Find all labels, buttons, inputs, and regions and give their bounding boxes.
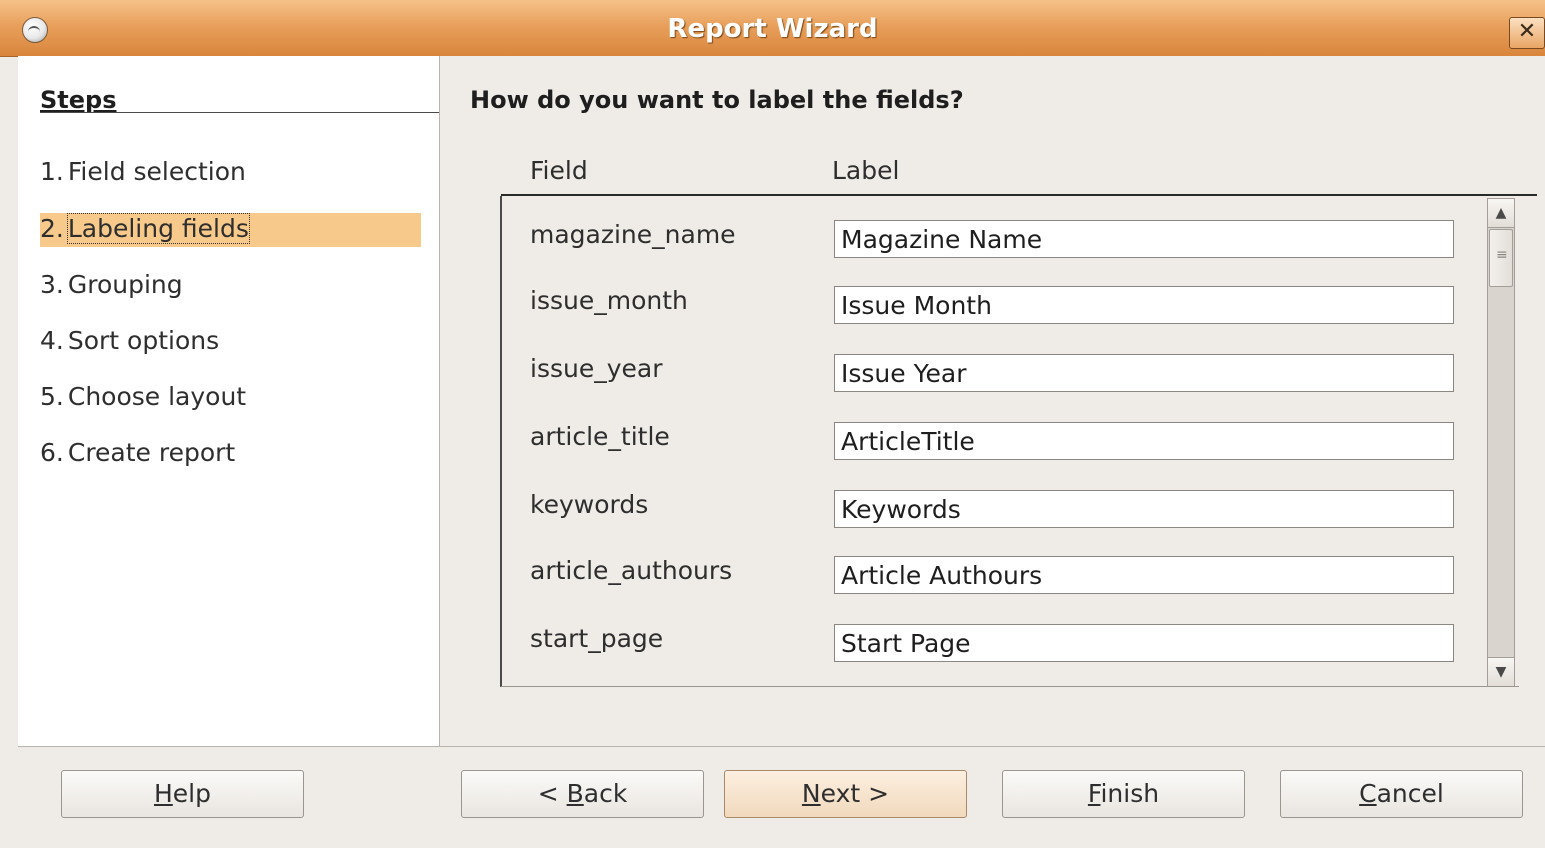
finish-mnemonic: F bbox=[1087, 779, 1101, 808]
step-create-report[interactable]: 6. Create report bbox=[40, 436, 400, 470]
back-prefix: < bbox=[537, 779, 567, 808]
field-label-grid: magazine_name issue_month issue_year art… bbox=[500, 196, 1519, 687]
cancel-mnemonic: C bbox=[1359, 779, 1377, 808]
window-title: Report Wizard bbox=[667, 14, 878, 44]
title-bar[interactable]: Report Wizard ✕ bbox=[0, 0, 1545, 57]
cancel-label: ancel bbox=[1376, 779, 1444, 808]
scroll-up-arrow-icon[interactable]: ▲ bbox=[1488, 199, 1514, 228]
button-bar-divider bbox=[18, 746, 1545, 747]
back-label: ack bbox=[583, 779, 628, 808]
label-input-keywords[interactable] bbox=[834, 490, 1454, 528]
step-number: 1. bbox=[40, 157, 64, 186]
step-number: 4. bbox=[40, 326, 64, 355]
next-mnemonic: N bbox=[801, 779, 821, 808]
next-label: ext > bbox=[820, 779, 890, 808]
step-field-selection[interactable]: 1. Field selection bbox=[40, 155, 400, 189]
step-label: Grouping bbox=[67, 270, 183, 299]
step-grouping[interactable]: 3. Grouping bbox=[40, 268, 400, 302]
label-input-article-title[interactable] bbox=[834, 422, 1454, 460]
step-label: Create report bbox=[67, 438, 236, 467]
step-number: 5. bbox=[40, 382, 64, 411]
report-wizard-window: Report Wizard ✕ Steps 1. Field selection … bbox=[0, 0, 1545, 848]
scroll-down-arrow-icon[interactable]: ▼ bbox=[1488, 657, 1514, 686]
label-input-article-authours[interactable] bbox=[834, 556, 1454, 594]
finish-label: inish bbox=[1100, 779, 1160, 808]
step-number: 3. bbox=[40, 270, 64, 299]
field-name: article_authours bbox=[530, 556, 733, 585]
step-label: Sort options bbox=[67, 326, 220, 355]
cancel-button[interactable]: Cancel bbox=[1280, 770, 1523, 818]
label-input-start-page[interactable] bbox=[834, 624, 1454, 662]
field-name: issue_month bbox=[530, 286, 688, 315]
close-icon[interactable]: ✕ bbox=[1509, 17, 1545, 49]
steps-title: Steps bbox=[40, 86, 117, 114]
back-button[interactable]: < Back bbox=[461, 770, 704, 818]
scroll-thumb[interactable] bbox=[1489, 229, 1513, 287]
step-sort-options[interactable]: 4. Sort options bbox=[40, 324, 400, 358]
step-number: 2. bbox=[40, 214, 64, 243]
field-name: keywords bbox=[530, 490, 649, 519]
label-input-issue-month[interactable] bbox=[834, 286, 1454, 324]
step-label: Choose layout bbox=[67, 382, 247, 411]
back-mnemonic: B bbox=[566, 779, 584, 808]
step-label: Field selection bbox=[67, 157, 246, 186]
label-input-magazine-name[interactable] bbox=[834, 220, 1454, 258]
label-column-header: Label bbox=[832, 156, 900, 185]
step-label: Labeling fields bbox=[66, 213, 250, 244]
page-question: How do you want to label the fields? bbox=[470, 86, 964, 114]
steps-pane: Steps 1. Field selection 2. Labeling field… bbox=[18, 56, 440, 746]
help-label: elp bbox=[172, 779, 211, 808]
field-name: magazine_name bbox=[530, 220, 736, 249]
step-labeling-fields[interactable]: 2. Labeling fields bbox=[40, 212, 400, 246]
labeling-fields-page: How do you want to label the fields? Fie… bbox=[440, 56, 1545, 746]
field-name: article_title bbox=[530, 422, 670, 451]
help-mnemonic: H bbox=[153, 779, 173, 808]
help-button[interactable]: Help bbox=[61, 770, 304, 818]
field-column-header: Field bbox=[530, 156, 588, 185]
next-button[interactable]: Next > bbox=[724, 770, 967, 818]
label-input-issue-year[interactable] bbox=[834, 354, 1454, 392]
finish-button[interactable]: Finish bbox=[1002, 770, 1245, 818]
field-name: issue_year bbox=[530, 354, 663, 383]
step-number: 6. bbox=[40, 438, 64, 467]
step-choose-layout[interactable]: 5. Choose layout bbox=[40, 380, 400, 414]
grid-vertical-scrollbar[interactable]: ▲ ▼ bbox=[1487, 198, 1515, 686]
field-name: start_page bbox=[530, 624, 664, 653]
steps-divider bbox=[40, 112, 439, 113]
